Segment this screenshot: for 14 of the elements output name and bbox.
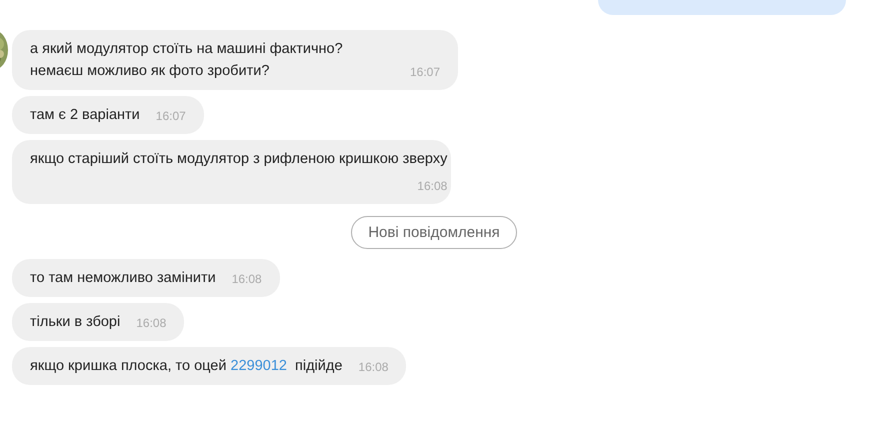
article-link[interactable]: 2299012: [230, 358, 287, 374]
message-time: 16:08: [358, 359, 388, 376]
message-time: 16:07: [156, 108, 186, 125]
message-time: 16:07: [410, 64, 440, 81]
new-messages-button[interactable]: Нові повідомлення: [351, 216, 517, 249]
message-text: а який модулятор стоїть на машині фактично? немаєш можливо як фото зробити?: [30, 40, 344, 81]
message-text: якщо старіший стоїть модулятор з рифленою кришкою зверху: [30, 150, 448, 169]
message-time: 16:08: [417, 178, 448, 195]
message-text: то там неможливо замінити: [30, 269, 216, 288]
message-text: тільки в зборі: [30, 313, 120, 332]
message-time: 16:08: [232, 271, 262, 288]
message-text: якщо кришка плоска, то оцей 2299012 підійде: [30, 357, 342, 376]
message-text: там є 2 варіанти: [30, 106, 140, 125]
message-time: 16:08: [136, 315, 166, 332]
